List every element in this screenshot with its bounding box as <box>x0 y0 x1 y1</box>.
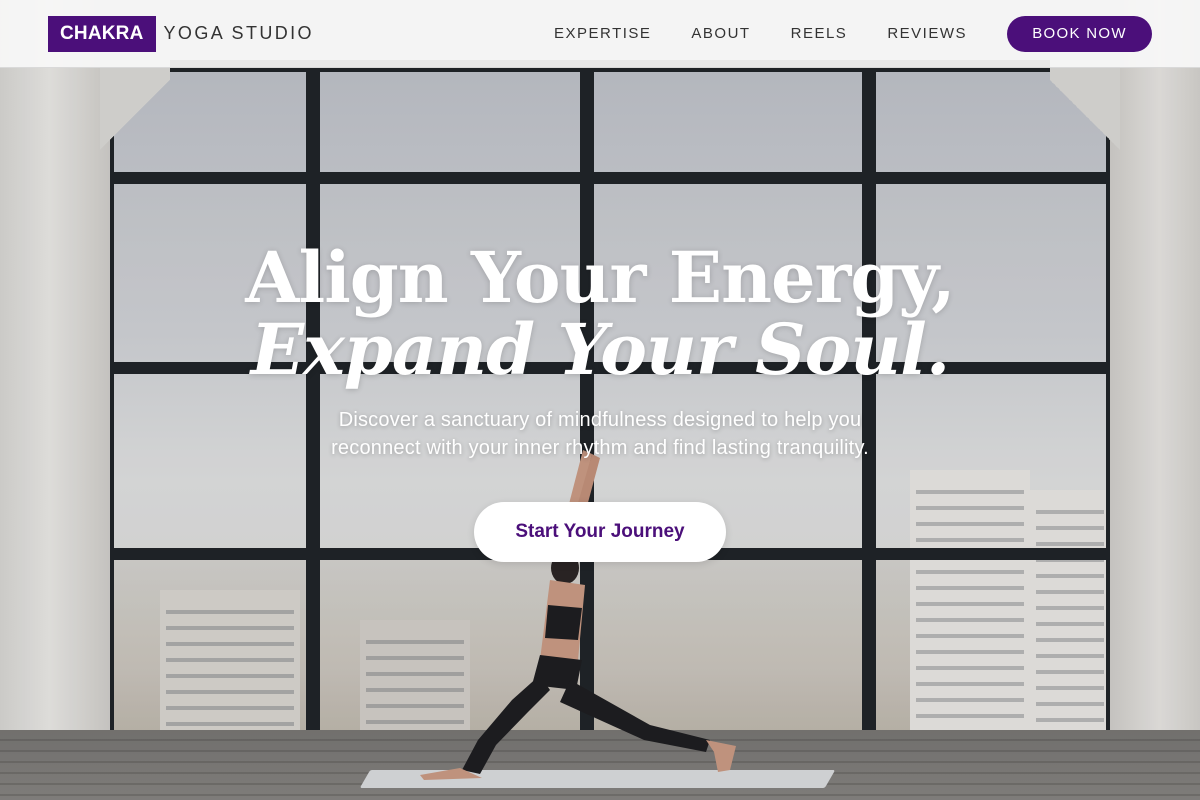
hero-background <box>0 0 1200 800</box>
nav-links: EXPERTISE ABOUT REELS REVIEWS BOOK NOW <box>554 15 1152 52</box>
hero-subtitle-line2: reconnect with your inner rhythm and fin… <box>331 437 869 459</box>
logo-text: YOGA STUDIO <box>163 23 314 43</box>
start-journey-button[interactable]: Start Your Journey <box>474 502 726 562</box>
logo-box: CHAKRA <box>48 15 156 52</box>
nav-link-expertise[interactable]: EXPERTISE <box>554 25 651 42</box>
hero-subtitle-line1: Discover a sanctuary of mindfulness desi… <box>338 409 862 431</box>
hero-subtitle: Discover a sanctuary of mindfulness desi… <box>0 406 1200 462</box>
nav-link-reels[interactable]: REELS <box>791 25 848 42</box>
top-navbar: CHAKRA YOGA STUDIO EXPERTISE ABOUT REELS… <box>0 0 1200 68</box>
hero-headline-line2: Expand Your Soul. <box>250 308 950 391</box>
nav-link-reviews[interactable]: REVIEWS <box>887 25 967 42</box>
nav-link-about[interactable]: ABOUT <box>691 25 750 42</box>
brand-logo[interactable]: CHAKRA YOGA STUDIO <box>48 15 314 52</box>
book-now-button[interactable]: BOOK NOW <box>1007 15 1152 52</box>
